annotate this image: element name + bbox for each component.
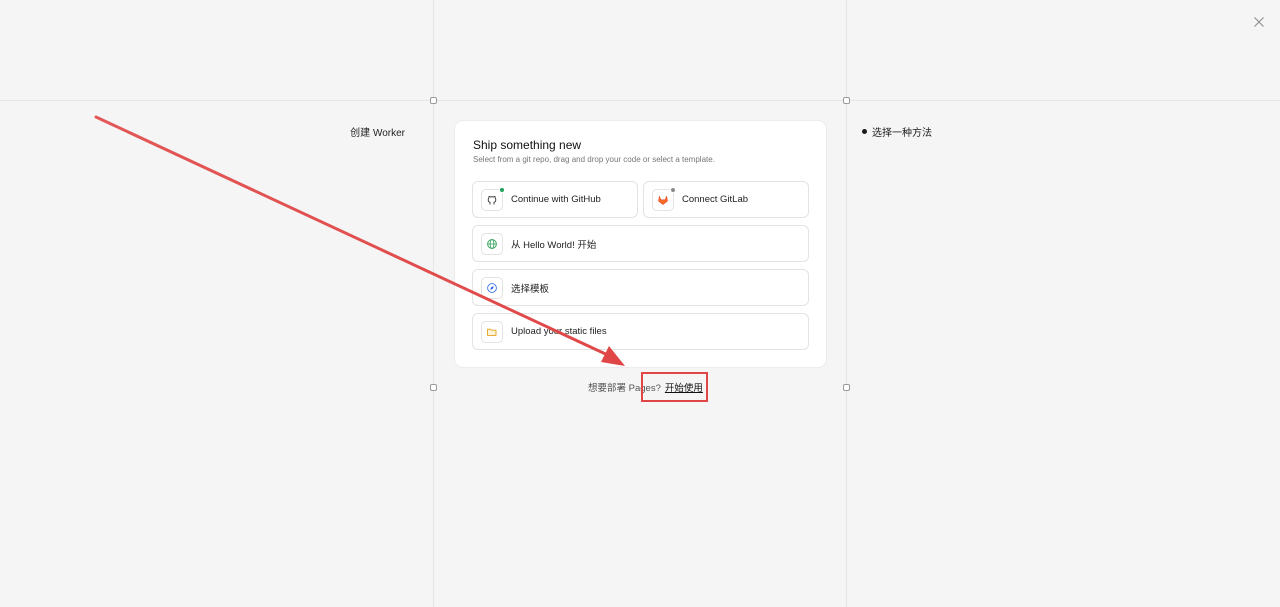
corner-handle-bottom-right xyxy=(843,384,850,391)
upload-static-files-label: Upload your static files xyxy=(511,326,607,337)
select-template-button[interactable]: 选择模板 xyxy=(472,269,809,306)
guide-line-left xyxy=(433,0,434,607)
github-status-dot xyxy=(499,186,505,193)
gitlab-icon xyxy=(652,186,676,211)
select-template-label: 选择模板 xyxy=(511,283,550,295)
hello-world-button[interactable]: 从 Hello World! 开始 xyxy=(472,225,809,262)
step-choose-method-label: 选择一种方法 xyxy=(872,128,932,139)
corner-handle-top-right xyxy=(843,97,850,104)
step-bullet-icon xyxy=(862,129,867,134)
guide-line-top xyxy=(0,100,1280,101)
close-icon xyxy=(1254,17,1264,27)
compass-icon xyxy=(481,276,503,299)
connect-gitlab-button[interactable]: Connect GitLab xyxy=(643,181,809,218)
ship-card: Ship something new Select from a git rep… xyxy=(454,120,827,368)
hello-world-label: 从 Hello World! 开始 xyxy=(511,239,597,251)
globe-icon xyxy=(481,232,503,255)
step-create-worker: 创建 Worker xyxy=(350,128,405,139)
annotation-highlight-box xyxy=(641,372,708,402)
gitlab-status-dot xyxy=(670,186,676,193)
corner-handle-top-left xyxy=(430,97,437,104)
continue-github-label: Continue with GitHub xyxy=(511,194,601,205)
folder-icon xyxy=(481,320,503,343)
guide-line-right xyxy=(846,0,847,607)
github-icon xyxy=(481,186,505,211)
upload-static-files-button[interactable]: Upload your static files xyxy=(472,313,809,350)
step-choose-method: 选择一种方法 xyxy=(862,124,932,139)
card-title: Ship something new xyxy=(473,138,582,152)
connect-gitlab-label: Connect GitLab xyxy=(682,194,749,205)
corner-handle-bottom-left xyxy=(430,384,437,391)
continue-github-button[interactable]: Continue with GitHub xyxy=(472,181,638,218)
close-button[interactable] xyxy=(1250,13,1268,31)
card-subtitle: Select from a git repo, drag and drop yo… xyxy=(473,155,715,164)
